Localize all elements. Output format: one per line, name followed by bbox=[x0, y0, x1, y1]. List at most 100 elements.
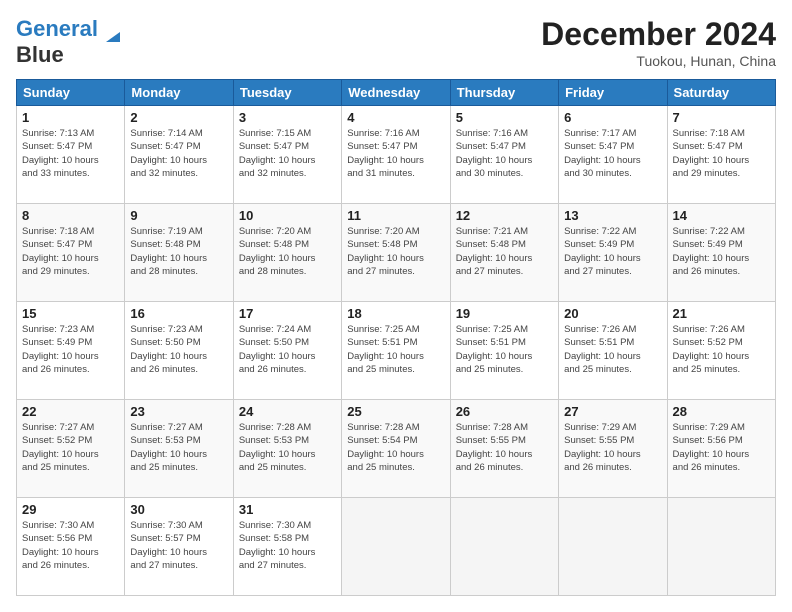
day-info: Sunrise: 7:16 AMSunset: 5:47 PMDaylight:… bbox=[347, 127, 444, 180]
col-wednesday: Wednesday bbox=[342, 80, 450, 106]
day-info: Sunrise: 7:19 AMSunset: 5:48 PMDaylight:… bbox=[130, 225, 227, 278]
day-number: 31 bbox=[239, 502, 336, 517]
calendar-table: Sunday Monday Tuesday Wednesday Thursday… bbox=[16, 79, 776, 596]
day-info: Sunrise: 7:20 AMSunset: 5:48 PMDaylight:… bbox=[347, 225, 444, 278]
day-info: Sunrise: 7:20 AMSunset: 5:48 PMDaylight:… bbox=[239, 225, 336, 278]
day-info: Sunrise: 7:16 AMSunset: 5:47 PMDaylight:… bbox=[456, 127, 553, 180]
table-row: 30Sunrise: 7:30 AMSunset: 5:57 PMDayligh… bbox=[125, 498, 233, 596]
day-info: Sunrise: 7:23 AMSunset: 5:50 PMDaylight:… bbox=[130, 323, 227, 376]
day-info: Sunrise: 7:30 AMSunset: 5:57 PMDaylight:… bbox=[130, 519, 227, 572]
day-info: Sunrise: 7:24 AMSunset: 5:50 PMDaylight:… bbox=[239, 323, 336, 376]
col-friday: Friday bbox=[559, 80, 667, 106]
table-row: 8 Sunrise: 7:18 AMSunset: 5:47 PMDaylight… bbox=[17, 204, 125, 302]
table-row: 10 Sunrise: 7:20 AMSunset: 5:48 PMDayligh… bbox=[233, 204, 341, 302]
table-row: 27Sunrise: 7:29 AMSunset: 5:55 PMDayligh… bbox=[559, 400, 667, 498]
day-info: Sunrise: 7:26 AMSunset: 5:52 PMDaylight:… bbox=[673, 323, 770, 376]
day-number: 21 bbox=[673, 306, 770, 321]
col-monday: Monday bbox=[125, 80, 233, 106]
day-number: 16 bbox=[130, 306, 227, 321]
table-row bbox=[450, 498, 558, 596]
day-number: 12 bbox=[456, 208, 553, 223]
table-row: 26 Sunrise: 7:28 AMSunset: 5:55 PMDayligh… bbox=[450, 400, 558, 498]
day-info: Sunrise: 7:28 AMSunset: 5:55 PMDaylight:… bbox=[456, 421, 553, 474]
day-number: 25 bbox=[347, 404, 444, 419]
col-sunday: Sunday bbox=[17, 80, 125, 106]
table-row: 15Sunrise: 7:23 AMSunset: 5:49 PMDayligh… bbox=[17, 302, 125, 400]
table-row: 11 Sunrise: 7:20 AMSunset: 5:48 PMDayligh… bbox=[342, 204, 450, 302]
day-number: 20 bbox=[564, 306, 661, 321]
table-row: 21 Sunrise: 7:26 AMSunset: 5:52 PMDayligh… bbox=[667, 302, 775, 400]
table-row: 6Sunrise: 7:17 AMSunset: 5:47 PMDaylight… bbox=[559, 106, 667, 204]
day-number: 13 bbox=[564, 208, 661, 223]
table-row bbox=[342, 498, 450, 596]
col-tuesday: Tuesday bbox=[233, 80, 341, 106]
day-info: Sunrise: 7:28 AMSunset: 5:53 PMDaylight:… bbox=[239, 421, 336, 474]
page: General Blue December 2024 Tuokou, Hunan… bbox=[0, 0, 792, 612]
day-info: Sunrise: 7:21 AMSunset: 5:48 PMDaylight:… bbox=[456, 225, 553, 278]
table-row bbox=[667, 498, 775, 596]
day-info: Sunrise: 7:14 AMSunset: 5:47 PMDaylight:… bbox=[130, 127, 227, 180]
col-saturday: Saturday bbox=[667, 80, 775, 106]
day-number: 4 bbox=[347, 110, 444, 125]
day-number: 18 bbox=[347, 306, 444, 321]
table-row: 4 Sunrise: 7:16 AMSunset: 5:47 PMDaylight… bbox=[342, 106, 450, 204]
col-thursday: Thursday bbox=[450, 80, 558, 106]
day-info: Sunrise: 7:22 AMSunset: 5:49 PMDaylight:… bbox=[673, 225, 770, 278]
day-number: 5 bbox=[456, 110, 553, 125]
day-number: 28 bbox=[673, 404, 770, 419]
table-row: 22 Sunrise: 7:27 AMSunset: 5:52 PMDayligh… bbox=[17, 400, 125, 498]
table-row: 1 Sunrise: 7:13 AMSunset: 5:47 PMDaylight… bbox=[17, 106, 125, 204]
day-number: 2 bbox=[130, 110, 227, 125]
day-number: 11 bbox=[347, 208, 444, 223]
logo-general: General bbox=[16, 16, 98, 41]
table-row: 24Sunrise: 7:28 AMSunset: 5:53 PMDayligh… bbox=[233, 400, 341, 498]
table-row: 16 Sunrise: 7:23 AMSunset: 5:50 PMDayligh… bbox=[125, 302, 233, 400]
table-row: 2 Sunrise: 7:14 AMSunset: 5:47 PMDaylight… bbox=[125, 106, 233, 204]
header: General Blue December 2024 Tuokou, Hunan… bbox=[16, 16, 776, 69]
day-number: 10 bbox=[239, 208, 336, 223]
logo-text: General Blue bbox=[16, 16, 98, 68]
day-number: 1 bbox=[22, 110, 119, 125]
header-row: Sunday Monday Tuesday Wednesday Thursday… bbox=[17, 80, 776, 106]
day-number: 15 bbox=[22, 306, 119, 321]
table-row: 3 Sunrise: 7:15 AMSunset: 5:47 PMDaylight… bbox=[233, 106, 341, 204]
table-row: 14 Sunrise: 7:22 AMSunset: 5:49 PMDayligh… bbox=[667, 204, 775, 302]
table-row: 5 Sunrise: 7:16 AMSunset: 5:47 PMDaylight… bbox=[450, 106, 558, 204]
table-row: 19Sunrise: 7:25 AMSunset: 5:51 PMDayligh… bbox=[450, 302, 558, 400]
day-info: Sunrise: 7:15 AMSunset: 5:47 PMDaylight:… bbox=[239, 127, 336, 180]
day-number: 27 bbox=[564, 404, 661, 419]
location: Tuokou, Hunan, China bbox=[541, 53, 776, 69]
day-number: 8 bbox=[22, 208, 119, 223]
day-number: 17 bbox=[239, 306, 336, 321]
table-row: 18 Sunrise: 7:25 AMSunset: 5:51 PMDayligh… bbox=[342, 302, 450, 400]
table-row: 17 Sunrise: 7:24 AMSunset: 5:50 PMDayligh… bbox=[233, 302, 341, 400]
month-title: December 2024 bbox=[541, 16, 776, 53]
day-number: 3 bbox=[239, 110, 336, 125]
day-number: 14 bbox=[673, 208, 770, 223]
day-number: 7 bbox=[673, 110, 770, 125]
table-row: 12 Sunrise: 7:21 AMSunset: 5:48 PMDayligh… bbox=[450, 204, 558, 302]
table-row: 9 Sunrise: 7:19 AMSunset: 5:48 PMDaylight… bbox=[125, 204, 233, 302]
title-block: December 2024 Tuokou, Hunan, China bbox=[541, 16, 776, 69]
table-row: 29Sunrise: 7:30 AMSunset: 5:56 PMDayligh… bbox=[17, 498, 125, 596]
table-row: 25Sunrise: 7:28 AMSunset: 5:54 PMDayligh… bbox=[342, 400, 450, 498]
day-info: Sunrise: 7:18 AMSunset: 5:47 PMDaylight:… bbox=[22, 225, 119, 278]
day-info: Sunrise: 7:30 AMSunset: 5:56 PMDaylight:… bbox=[22, 519, 119, 572]
day-info: Sunrise: 7:26 AMSunset: 5:51 PMDaylight:… bbox=[564, 323, 661, 376]
day-number: 6 bbox=[564, 110, 661, 125]
logo: General Blue bbox=[16, 16, 124, 68]
table-row: 20 Sunrise: 7:26 AMSunset: 5:51 PMDayligh… bbox=[559, 302, 667, 400]
day-info: Sunrise: 7:27 AMSunset: 5:52 PMDaylight:… bbox=[22, 421, 119, 474]
day-info: Sunrise: 7:13 AMSunset: 5:47 PMDaylight:… bbox=[22, 127, 119, 180]
day-number: 9 bbox=[130, 208, 227, 223]
logo-blue: Blue bbox=[16, 42, 64, 67]
day-number: 19 bbox=[456, 306, 553, 321]
day-number: 26 bbox=[456, 404, 553, 419]
day-info: Sunrise: 7:22 AMSunset: 5:49 PMDaylight:… bbox=[564, 225, 661, 278]
table-row: 28Sunrise: 7:29 AMSunset: 5:56 PMDayligh… bbox=[667, 400, 775, 498]
day-number: 23 bbox=[130, 404, 227, 419]
day-info: Sunrise: 7:25 AMSunset: 5:51 PMDaylight:… bbox=[347, 323, 444, 376]
table-row: 13 Sunrise: 7:22 AMSunset: 5:49 PMDayligh… bbox=[559, 204, 667, 302]
table-row: 31Sunrise: 7:30 AMSunset: 5:58 PMDayligh… bbox=[233, 498, 341, 596]
day-number: 22 bbox=[22, 404, 119, 419]
